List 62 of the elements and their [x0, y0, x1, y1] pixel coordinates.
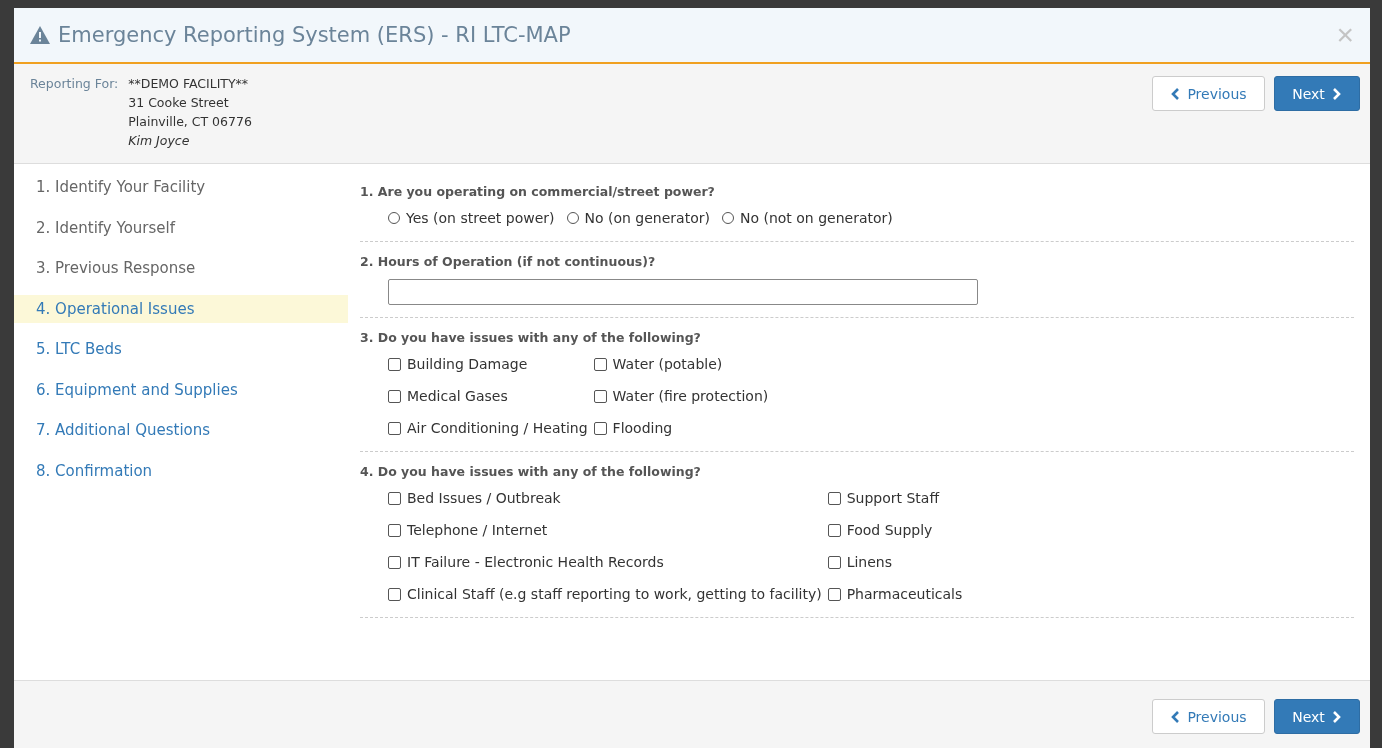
question-label: 3. Do you have issues with any of the following?	[360, 330, 702, 345]
checkbox[interactable]	[388, 523, 401, 537]
facility-name: **DEMO FACILITY**	[128, 75, 250, 93]
step-link[interactable]: 3. Previous Response	[14, 254, 348, 282]
chevron-right-icon	[1331, 87, 1342, 100]
option-label: IT Failure - Electronic Health Records	[407, 554, 664, 570]
option-label: No (not on generator)	[739, 210, 893, 226]
option-label: Food Supply	[846, 522, 933, 538]
option-label: Water (fire protection)	[612, 388, 769, 404]
previous-button[interactable]: Previous	[1152, 76, 1265, 111]
street-address: 31 Cooke Street	[128, 94, 230, 112]
question-label: 4. Do you have issues with any of the following?	[360, 464, 702, 479]
option-label: Support Staff	[846, 490, 940, 506]
option-label: Clinical Staff (e.g staff reporting to work, getting to facility)	[407, 586, 822, 602]
step-link[interactable]: 2. Identify Yourself	[14, 213, 348, 242]
option-label: No (on generator)	[584, 210, 710, 226]
contact-name: Kim Joyce	[128, 132, 191, 150]
checkbox[interactable]	[388, 389, 401, 403]
option-label: Yes (on street power)	[406, 210, 555, 226]
radio-button[interactable]	[566, 212, 579, 224]
checkbox[interactable]	[593, 357, 607, 371]
option-label: Building Damage	[407, 356, 528, 372]
checkbox[interactable]	[827, 523, 841, 537]
option-label: Pharmaceuticals	[846, 586, 963, 602]
window-title: Emergency Reporting System (ERS) - RI LTC-MAP	[58, 23, 572, 47]
question-label: 1. Are you operating on commercial/street power?	[360, 184, 716, 199]
previous-button[interactable]: Previous	[1152, 699, 1265, 734]
checkbox[interactable]	[827, 555, 841, 569]
checkbox[interactable]	[593, 389, 607, 403]
reporting-for-label: Reporting For:	[30, 75, 119, 93]
chevron-right-icon	[1331, 710, 1342, 723]
warning-icon	[30, 26, 50, 44]
step-link[interactable]: 5. LTC Beds	[14, 335, 348, 363]
checkbox[interactable]	[388, 555, 401, 569]
checkbox[interactable]	[827, 491, 841, 505]
option-label: Flooding	[612, 420, 673, 436]
checkbox[interactable]	[388, 357, 401, 371]
checkbox[interactable]	[388, 491, 401, 505]
next-button[interactable]: Next	[1274, 699, 1360, 734]
chevron-left-icon	[1170, 710, 1181, 723]
step-link[interactable]: 8. Confirmation	[14, 456, 348, 485]
option-label: Medical Gases	[407, 388, 508, 404]
checkbox[interactable]	[388, 421, 401, 435]
step-link[interactable]: 6. Equipment and Supplies	[14, 375, 348, 404]
option-label: Air Conditioning / Heating	[407, 420, 588, 436]
checkbox[interactable]	[827, 587, 841, 601]
option-label: Bed Issues / Outbreak	[407, 490, 561, 506]
next-button[interactable]: Next	[1274, 76, 1360, 111]
city-state-zip: Plainville, CT 06776	[128, 113, 252, 131]
question-label: 2. Hours of Operation (if not continuous)?	[360, 254, 657, 269]
radio-button[interactable]	[721, 212, 734, 224]
option-label: Linens	[846, 554, 892, 570]
hours-input-field[interactable]	[388, 279, 978, 305]
checkbox[interactable]	[388, 587, 401, 601]
step-link[interactable]: 4. Operational Issues	[14, 294, 348, 323]
checkbox[interactable]	[593, 421, 607, 435]
chevron-left-icon	[1170, 87, 1181, 100]
option-label: Telephone / Internet	[407, 522, 548, 538]
step-link[interactable]: 1. Identify Your Facility	[14, 173, 348, 201]
radio-button[interactable]	[388, 212, 400, 224]
step-link[interactable]: 7. Additional Questions	[14, 416, 348, 444]
option-label: Water (potable)	[612, 356, 723, 372]
